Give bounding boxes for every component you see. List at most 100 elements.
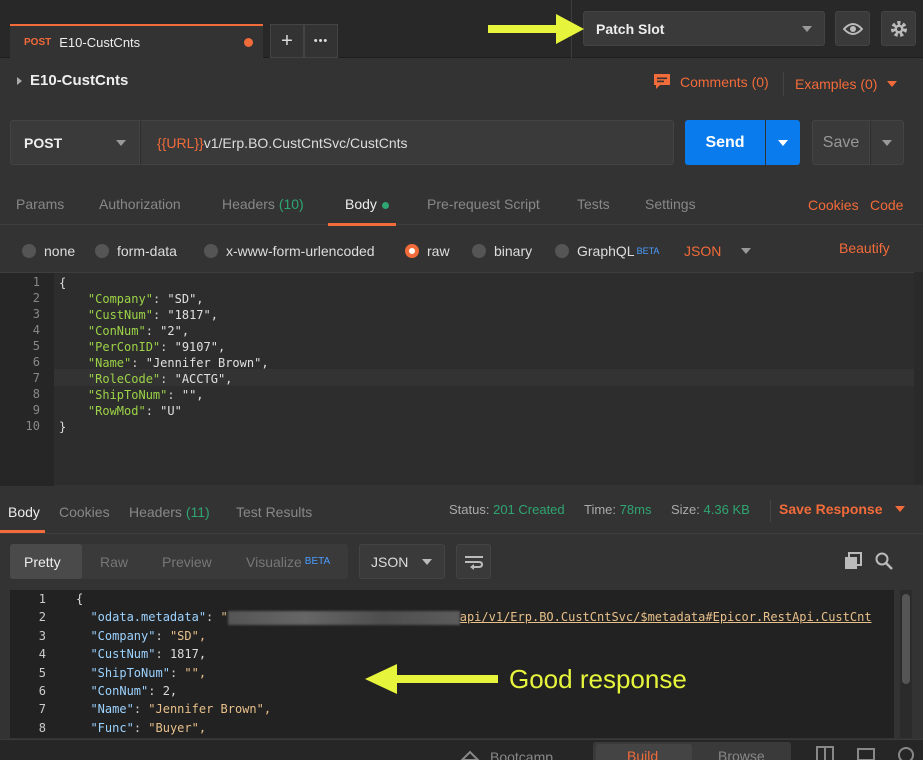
editor-scrollbar[interactable] <box>914 272 923 485</box>
code-line: "ConNum": 2, <box>90 684 178 698</box>
response-tabs: Body Cookies Headers (11) Test Results S… <box>0 490 923 534</box>
line-number: 7 <box>32 371 40 385</box>
layout-icon[interactable] <box>816 746 834 760</box>
send-options-button[interactable] <box>766 120 800 165</box>
save-options-button[interactable] <box>870 120 904 165</box>
line-number: 6 <box>32 355 40 369</box>
json-value-link[interactable]: api/v1/Erp.BO.CustCntSvc/$metadata#Epico… <box>460 610 872 624</box>
json-key: "Company" <box>90 628 156 643</box>
json-key: "RowMod" <box>87 404 146 418</box>
cookies-link[interactable]: Cookies <box>808 197 859 213</box>
request-tabs: Params Authorization Headers (10) Body P… <box>0 185 923 225</box>
status-value: 201 Created <box>493 502 565 517</box>
radio-x-www-form-urlencoded[interactable]: x-www-form-urlencoded <box>204 243 375 259</box>
chevron-down-icon <box>116 139 126 146</box>
send-button[interactable]: Send <box>685 120 765 165</box>
json-key: "Name" <box>90 702 134 717</box>
format-select[interactable]: JSON <box>684 243 752 259</box>
radio-raw[interactable]: raw <box>405 243 450 259</box>
expand-icon <box>17 76 22 85</box>
code-line: "PerConID": "9107", <box>87 340 226 354</box>
request-title[interactable]: E10-CustCnts <box>17 72 128 89</box>
view-visualize-button[interactable]: Visualize BETA <box>246 544 330 579</box>
code-line: "Company": "SD", <box>87 292 204 306</box>
line-number: 2 <box>38 610 46 625</box>
bootcamp-link[interactable]: Bootcamp <box>490 749 553 760</box>
line-number: 4 <box>38 647 46 662</box>
code-line: "odata.metadata": " api/v1/Erp.BO.CustCnt… <box>90 610 872 625</box>
line-number: 3 <box>32 307 40 321</box>
size-value: 4.36 KB <box>703 502 750 517</box>
response-tab-cookies[interactable]: Cookies <box>59 504 110 520</box>
radio-urlencoded-label: x-www-form-urlencoded <box>226 243 375 259</box>
response-tab-body[interactable]: Body <box>8 504 40 520</box>
tab-settings[interactable]: Settings <box>645 196 696 212</box>
tab-body[interactable]: Body <box>345 196 389 212</box>
json-value: "", <box>184 665 207 680</box>
response-tab-headers[interactable]: Headers (11) <box>129 504 210 520</box>
line-number: 7 <box>38 702 46 717</box>
response-tab-test-results[interactable]: Test Results <box>236 504 312 520</box>
build-tab[interactable]: Build <box>627 748 658 760</box>
save-response-button[interactable]: Save Response <box>779 501 905 517</box>
tab-tests[interactable]: Tests <box>577 196 610 212</box>
line-number: 1 <box>32 275 40 289</box>
url-input[interactable]: {{URL}} v1/Erp.BO.CustCntSvc/CustCnts <box>140 120 674 165</box>
json-key: "ConNum" <box>90 684 149 698</box>
copy-button[interactable] <box>844 552 862 575</box>
environment-label: Patch Slot <box>596 20 665 37</box>
chevron-down-icon <box>887 81 898 87</box>
code-punctuation: { <box>59 276 67 290</box>
request-tab-method: POST <box>24 36 52 48</box>
view-pretty-button[interactable]: Pretty <box>10 544 82 579</box>
beautify-button[interactable]: Beautify <box>839 240 890 256</box>
json-value: "SD", <box>167 292 204 306</box>
response-view-toggle: Pretty Raw Preview Visualize BETA <box>10 544 348 579</box>
view-preview-button[interactable]: Preview <box>162 544 212 579</box>
radio-binary-label: binary <box>494 243 533 259</box>
browse-tab[interactable]: Browse <box>718 748 765 760</box>
response-scrollbar[interactable] <box>900 590 912 738</box>
tab-authorization[interactable]: Authorization <box>99 196 181 212</box>
visualize-label: Visualize <box>246 553 302 570</box>
json-value: "", <box>181 388 204 402</box>
comments-button[interactable]: Comments (0) <box>653 73 769 91</box>
new-tab-button[interactable]: + <box>270 24 304 58</box>
status-label: Status: <box>449 502 490 517</box>
tab-params[interactable]: Params <box>16 196 64 212</box>
response-format-select[interactable]: JSON <box>359 544 445 579</box>
line-number: 2 <box>32 291 40 305</box>
code-line: "RoleCode": "ACCTG", <box>87 372 233 386</box>
radio-form-data[interactable]: form-data <box>95 243 177 259</box>
tab-headers[interactable]: Headers (10) <box>222 196 304 212</box>
annotation-arrow-icon <box>488 14 584 44</box>
view-raw-button[interactable]: Raw <box>100 544 128 579</box>
json-value: "2", <box>160 324 190 338</box>
wrap-lines-icon <box>464 555 483 570</box>
environment-select[interactable]: Patch Slot <box>583 11 825 46</box>
radio-binary[interactable]: binary <box>472 243 532 259</box>
request-tab[interactable]: POST E10-CustCnts <box>10 24 263 58</box>
request-body-editor[interactable]: 1 {2 "Company": "SD", 3 "CustNum": "1817",… <box>0 272 914 486</box>
json-key: "ShipToNum" <box>87 388 168 402</box>
scrollbar-thumb[interactable] <box>902 594 910 684</box>
settings-button[interactable] <box>881 11 916 46</box>
search-button[interactable] <box>875 552 893 575</box>
radio-none[interactable]: none <box>22 243 75 259</box>
line-number: 1 <box>38 592 46 606</box>
radio-none-label: none <box>44 243 76 259</box>
radio-graphql[interactable]: GraphQL BETA <box>555 243 659 259</box>
save-button[interactable]: Save <box>812 120 870 165</box>
wrap-lines-button[interactable] <box>456 544 491 579</box>
json-key: "ShipToNum" <box>90 665 170 680</box>
tab-options-button[interactable]: ••• <box>304 24 338 58</box>
help-icon[interactable] <box>897 746 915 760</box>
environment-quick-look-button[interactable] <box>835 11 870 46</box>
code-link[interactable]: Code <box>870 197 903 213</box>
keyboard-icon[interactable] <box>857 746 875 760</box>
examples-dropdown[interactable]: Examples (0) <box>795 76 898 92</box>
method-select[interactable]: POST <box>10 120 140 165</box>
tab-pre-request-script[interactable]: Pre-request Script <box>427 196 540 212</box>
radio-form-data-label: form-data <box>117 243 177 259</box>
time-label: Time: <box>584 502 617 517</box>
